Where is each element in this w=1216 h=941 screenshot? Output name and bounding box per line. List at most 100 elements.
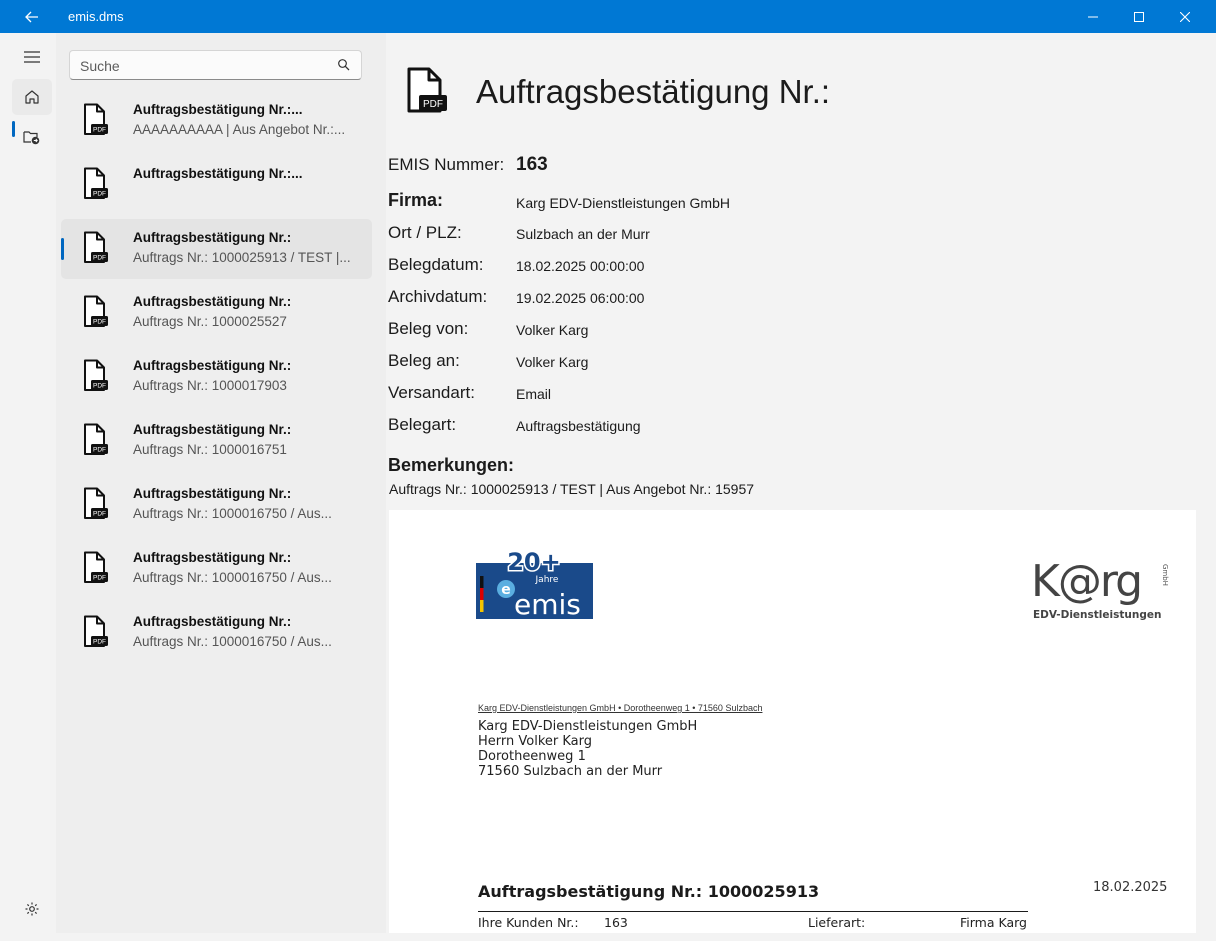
navigation-rail bbox=[8, 33, 56, 933]
beleg-an-value: Volker Karg bbox=[516, 354, 589, 370]
belegdatum-label: Belegdatum: bbox=[388, 255, 484, 274]
list-item-subtitle: Auftrags Nr.: 1000025527 bbox=[133, 314, 287, 329]
folder-arrow-icon bbox=[23, 131, 40, 145]
ort-value: Sulzbach an der Murr bbox=[516, 226, 650, 242]
list-item-subtitle: Auftrags Nr.: 1000016750 / Aus... bbox=[133, 634, 332, 649]
document-title: Auftragsbestätigung Nr.: bbox=[476, 73, 831, 110]
svg-text:PDF: PDF bbox=[93, 511, 106, 518]
svg-text:PDF: PDF bbox=[93, 127, 106, 134]
list-item-subtitle: Auftrags Nr.: 1000016750 / Aus... bbox=[133, 506, 332, 521]
hamburger-menu-button[interactable] bbox=[12, 39, 52, 75]
versandart-label: Versandart: bbox=[388, 383, 475, 402]
search-input[interactable]: Suche bbox=[69, 50, 362, 80]
svg-text:Jahre: Jahre bbox=[535, 575, 559, 585]
nav-home[interactable] bbox=[12, 79, 52, 115]
firma-value: Karg EDV-Dienstleistungen GmbH bbox=[516, 195, 730, 211]
search-icon[interactable] bbox=[337, 58, 351, 72]
karg-logo: K@rg GmbH EDV-Dienstleistungen bbox=[1031, 556, 1169, 621]
arrow-left-icon bbox=[25, 11, 38, 23]
maximize-button[interactable] bbox=[1116, 0, 1162, 33]
svg-text:PDF: PDF bbox=[93, 383, 106, 390]
address-line-3: Dorotheenweg 1 bbox=[478, 749, 586, 764]
pdf-file-icon: PDF bbox=[84, 487, 108, 519]
list-item-subtitle: AAAAAAAAAA | Aus Angebot Nr.:... bbox=[133, 122, 346, 137]
list-item-title: Auftragsbestätigung Nr.: bbox=[133, 486, 292, 501]
maximize-icon bbox=[1134, 11, 1144, 22]
ort-label: Ort / PLZ: bbox=[388, 223, 462, 242]
list-item-title: Auftragsbestätigung Nr.: bbox=[133, 422, 292, 437]
pdf-file-icon: PDF bbox=[84, 615, 108, 647]
pdf-file-icon: PDF bbox=[84, 231, 108, 263]
search-placeholder: Suche bbox=[80, 58, 120, 74]
sender-line: Karg EDV-Dienstleistungen GmbH • Dorothe… bbox=[478, 703, 763, 713]
svg-text:20+: 20+ bbox=[507, 548, 561, 576]
beleg-an-label: Beleg an: bbox=[388, 351, 460, 370]
belegdatum-value: 18.02.2025 00:00:00 bbox=[516, 258, 645, 274]
svg-text:PDF: PDF bbox=[93, 191, 106, 198]
lieferart-value: Firma Karg bbox=[960, 915, 1027, 930]
list-item[interactable]: PDF Auftragsbestätigung Nr.: Auftrags Nr.:… bbox=[61, 603, 372, 663]
list-item[interactable]: PDF Auftragsbestätigung Nr.: Auftrags Nr.:… bbox=[61, 219, 372, 279]
list-item[interactable]: PDF Auftragsbestätigung Nr.:... bbox=[61, 155, 372, 215]
divider bbox=[478, 911, 1028, 912]
close-icon bbox=[1180, 11, 1190, 22]
list-item-title: Auftragsbestätigung Nr.: bbox=[133, 358, 292, 373]
minimize-icon bbox=[1088, 16, 1098, 17]
kunden-nr-value: 163 bbox=[604, 915, 628, 930]
emis-number-value: 163 bbox=[516, 154, 548, 175]
list-item-subtitle: Auftrags Nr.: 1000025913 / TEST |... bbox=[133, 250, 351, 265]
list-item-title: Auftragsbestätigung Nr.:... bbox=[133, 102, 303, 117]
list-item[interactable]: PDF Auftragsbestätigung Nr.: Auftrags Nr.:… bbox=[61, 539, 372, 599]
svg-text:K@rg: K@rg bbox=[1031, 556, 1141, 607]
document-date: 18.02.2025 bbox=[1093, 880, 1168, 895]
window-title: emis.dms bbox=[68, 9, 124, 24]
pdf-file-icon: PDF bbox=[407, 67, 447, 113]
gear-icon bbox=[25, 902, 39, 916]
address-line-2: Herrn Volker Karg bbox=[478, 734, 592, 749]
settings-button[interactable] bbox=[12, 891, 52, 927]
svg-text:PDF: PDF bbox=[93, 319, 106, 326]
list-item[interactable]: PDF Auftragsbestätigung Nr.: Auftrags Nr.:… bbox=[61, 475, 372, 535]
list-item-title: Auftragsbestätigung Nr.: bbox=[133, 614, 292, 629]
minimize-button[interactable] bbox=[1070, 0, 1116, 33]
emis-logo: 20+ Jahre e emis bbox=[476, 548, 593, 620]
document-heading: Auftragsbestätigung Nr.: 1000025913 bbox=[478, 882, 820, 901]
svg-text:EDV-Dienstleistungen: EDV-Dienstleistungen bbox=[1033, 609, 1161, 621]
selection-indicator bbox=[61, 238, 64, 260]
list-item[interactable]: PDF Auftragsbestätigung Nr.: Auftrags Nr.:… bbox=[61, 411, 372, 471]
beleg-von-label: Beleg von: bbox=[388, 319, 469, 338]
pdf-file-icon: PDF bbox=[84, 423, 108, 455]
svg-text:PDF: PDF bbox=[93, 639, 106, 646]
svg-text:emis: emis bbox=[514, 588, 581, 620]
nav-folder[interactable] bbox=[12, 119, 52, 155]
list-item-subtitle: Auftrags Nr.: 1000017903 bbox=[133, 378, 287, 393]
lieferart-label: Lieferart: bbox=[808, 915, 866, 930]
address-line-1: Karg EDV-Dienstleistungen GmbH bbox=[478, 719, 698, 734]
title-bar: emis.dms bbox=[0, 0, 1216, 33]
list-item[interactable]: PDF Auftragsbestätigung Nr.: Auftrags Nr.:… bbox=[61, 347, 372, 407]
belegart-label: Belegart: bbox=[388, 415, 457, 434]
versandart-value: Email bbox=[516, 386, 552, 402]
list-item-title: Auftragsbestätigung Nr.:... bbox=[133, 166, 303, 181]
svg-text:PDF: PDF bbox=[93, 575, 106, 582]
back-button[interactable] bbox=[20, 6, 44, 28]
svg-text:PDF: PDF bbox=[93, 255, 106, 262]
list-item-subtitle: Auftrags Nr.: 1000016750 / Aus... bbox=[133, 570, 332, 585]
kunden-nr-label: Ihre Kunden Nr.: bbox=[478, 915, 579, 930]
pdf-file-icon: PDF bbox=[84, 295, 108, 327]
emis-number-label: EMIS Nummer: bbox=[388, 155, 505, 174]
document-preview[interactable]: 20+ Jahre e emis K@rg GmbH EDV-Dienstlei… bbox=[389, 510, 1196, 933]
close-button[interactable] bbox=[1162, 0, 1208, 33]
address-line-4: 71560 Sulzbach an der Murr bbox=[478, 764, 663, 779]
list-item-title: Auftragsbestätigung Nr.: bbox=[133, 230, 292, 245]
firma-label: Firma: bbox=[388, 190, 444, 210]
list-item[interactable]: PDF Auftragsbestätigung Nr.:... AAAAAAAAAA… bbox=[61, 91, 372, 151]
list-item[interactable]: PDF Auftragsbestätigung Nr.: Auftrags Nr.:… bbox=[61, 283, 372, 343]
svg-text:PDF: PDF bbox=[93, 447, 106, 454]
pdf-file-icon: PDF bbox=[84, 103, 108, 135]
pdf-file-icon: PDF bbox=[84, 167, 108, 199]
svg-text:PDF: PDF bbox=[423, 99, 443, 110]
svg-text:e: e bbox=[501, 582, 511, 598]
app-window: emis.dms Suche PDF Auftragsbestätigung N… bbox=[0, 0, 1216, 941]
pdf-file-icon: PDF bbox=[84, 551, 108, 583]
